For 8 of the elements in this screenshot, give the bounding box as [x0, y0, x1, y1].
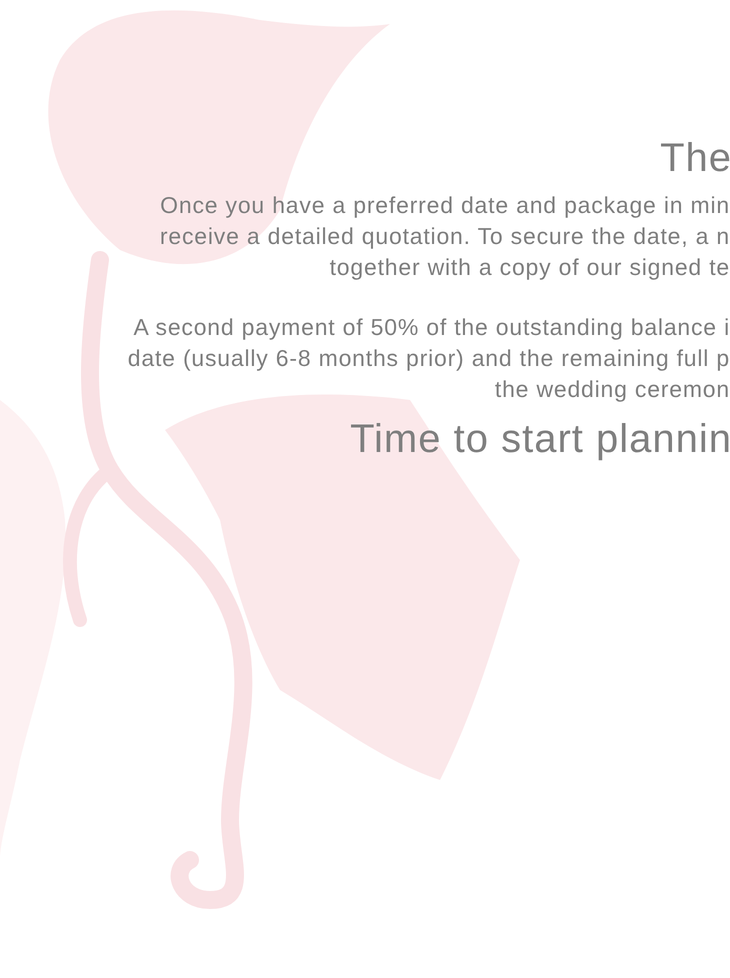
paragraph-line: together with a copy of our signed te	[330, 253, 730, 282]
section-heading: The	[660, 135, 730, 182]
paragraph-line: receive a detailed quotation. To secure the date, a n	[160, 222, 730, 251]
paragraph-line: Once you have a preferred date and package in min	[160, 191, 730, 220]
section-heading: Time to start plannin	[350, 416, 730, 463]
paragraph-line: A second payment of 50% of the outstanding balance i	[133, 313, 730, 342]
paragraph-line: the wedding ceremon	[494, 375, 730, 404]
paragraph-line: date (usually 6-8 months prior) and the remaining full p	[128, 344, 730, 373]
